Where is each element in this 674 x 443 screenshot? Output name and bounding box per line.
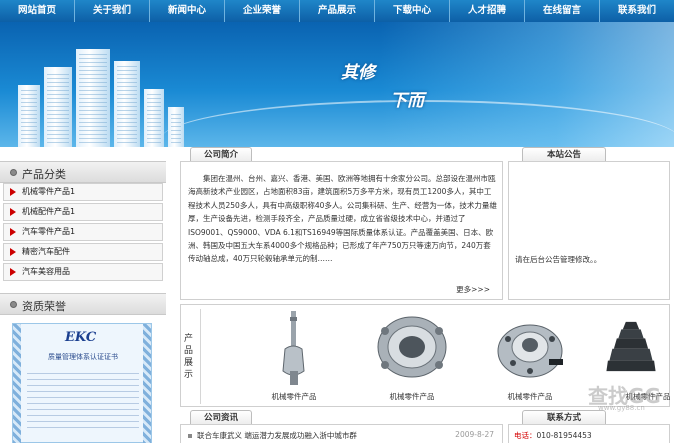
tab-contact[interactable]: 联系方式 [522, 410, 606, 425]
product-caption: 机械零件产品 [507, 392, 553, 401]
notice-panel: 请在后台公告管理修改。。 [508, 161, 670, 300]
cv-joint-shaft-icon [282, 311, 305, 385]
category-list: 机械零件产品1 机械配件产品1 汽车零件产品1 精密汽车配件 汽车美容用品 [3, 183, 163, 283]
category-label: 精密汽车配件 [22, 247, 70, 256]
nav-item-contact[interactable]: 联系我们 [600, 0, 674, 22]
certificate-title: 质量管理体系认证证书 [48, 353, 118, 361]
certificate-border [143, 324, 151, 443]
top-navigation: 网站首页 关于我们 新闻中心 企业荣誉 产品展示 下载中心 人才招聘 在线留言 … [0, 0, 674, 22]
product-card[interactable]: 机械零件产品 [239, 307, 349, 406]
building-icon [44, 67, 72, 147]
arrow-right-icon [10, 228, 16, 236]
category-label: 机械配件产品1 [22, 207, 76, 216]
arrow-right-icon [10, 208, 16, 216]
news-panel: 联合车康武义 端运潜力发展成功融入浙中城市群 2009-8-27 [180, 424, 503, 443]
product-vertical-label: 产品展示 [184, 334, 194, 380]
banner: 其修 下而 [0, 22, 674, 147]
category-item[interactable]: 机械零件产品1 [3, 183, 163, 201]
nav-item-products[interactable]: 产品展示 [300, 0, 375, 22]
category-title: 产品分类 [22, 168, 66, 181]
product-caption: 机械零件产品 [271, 392, 317, 401]
product-caption: 机械零件产品 [389, 392, 435, 401]
phone-number: 010-81954453 [536, 431, 592, 440]
arrow-right-icon [10, 188, 16, 196]
watermark-url: www.gy88.cn [598, 404, 645, 412]
category-label: 汽车美容用品 [22, 267, 70, 276]
tab-news[interactable]: 公司资讯 [190, 410, 252, 425]
certificate-image[interactable]: EKC 质量管理体系认证证书 [12, 323, 152, 443]
category-item[interactable]: 汽车美容用品 [3, 263, 163, 281]
category-item[interactable]: 汽车零件产品1 [3, 223, 163, 241]
product-card[interactable]: 机械零件产品 [475, 307, 585, 406]
banner-slogan-1: 其修 [341, 63, 375, 83]
phone-label: 电话： [514, 431, 537, 440]
page: 网站首页 关于我们 新闻中心 企业荣誉 产品展示 下载中心 人才招聘 在线留言 … [0, 0, 674, 443]
category-item[interactable]: 精密汽车配件 [3, 243, 163, 261]
nav-item-news[interactable]: 新闻中心 [150, 0, 225, 22]
tab-notice[interactable]: 本站公告 [522, 147, 606, 162]
nav-item-download[interactable]: 下载中心 [375, 0, 450, 22]
honor-title: 资质荣誉 [22, 300, 66, 313]
nav-item-honor[interactable]: 企业荣誉 [225, 0, 300, 22]
certificate-border [13, 324, 21, 443]
category-header: 产品分类 [0, 161, 166, 183]
arrow-right-icon [10, 248, 16, 256]
tab-about[interactable]: 公司简介 [190, 147, 252, 162]
building-icon [18, 85, 40, 147]
certificate-text-lines [27, 368, 139, 428]
contact-panel: 电话：010-81954453 [508, 424, 670, 443]
bullet-icon [10, 301, 17, 308]
rubber-boot-icon [606, 321, 656, 372]
category-label: 汽车零件产品1 [22, 227, 76, 236]
wheel-hub-icon [497, 324, 563, 378]
phone-line: 电话：010-81954453 [514, 430, 592, 441]
banner-slogan-2: 下而 [390, 91, 424, 111]
nav-item-home[interactable]: 网站首页 [0, 0, 75, 22]
nav-item-message[interactable]: 在线留言 [525, 0, 600, 22]
building-icon [144, 89, 164, 147]
arrow-right-icon [10, 268, 16, 276]
news-item[interactable]: 联合车康武义 端运潜力发展成功融入浙中城市群 2009-8-27 [188, 430, 498, 441]
certificate-logo: EKC [65, 330, 97, 345]
more-link[interactable]: 更多>>> [456, 284, 490, 295]
building-icon [168, 107, 184, 147]
bullet-icon [188, 434, 192, 438]
building-icon [114, 61, 140, 147]
nav-item-about[interactable]: 关于我们 [75, 0, 150, 22]
notice-text: 请在后台公告管理修改。。 [515, 255, 602, 264]
bullet-icon [10, 169, 17, 176]
about-text: 集团在温州、台州、嘉兴、香港、美国、欧洲等地拥有十余家分公司。总部设在温州市瓯海… [188, 174, 497, 264]
nav-item-jobs[interactable]: 人才招聘 [450, 0, 525, 22]
category-label: 机械零件产品1 [22, 187, 76, 196]
honor-header: 资质荣誉 [0, 293, 166, 315]
category-item[interactable]: 机械配件产品1 [3, 203, 163, 221]
building-icon [76, 49, 110, 147]
bearing-housing-icon [377, 316, 447, 378]
product-divider [200, 309, 201, 404]
news-date: 2009-8-27 [455, 430, 494, 439]
news-title: 联合车康武义 端运潜力发展成功融入浙中城市群 [197, 431, 357, 440]
about-panel: 集团在温州、台州、嘉兴、香港、美国、欧洲等地拥有十余家分公司。总部设在温州市瓯海… [180, 161, 503, 300]
product-card[interactable]: 机械零件产品 [357, 307, 467, 406]
